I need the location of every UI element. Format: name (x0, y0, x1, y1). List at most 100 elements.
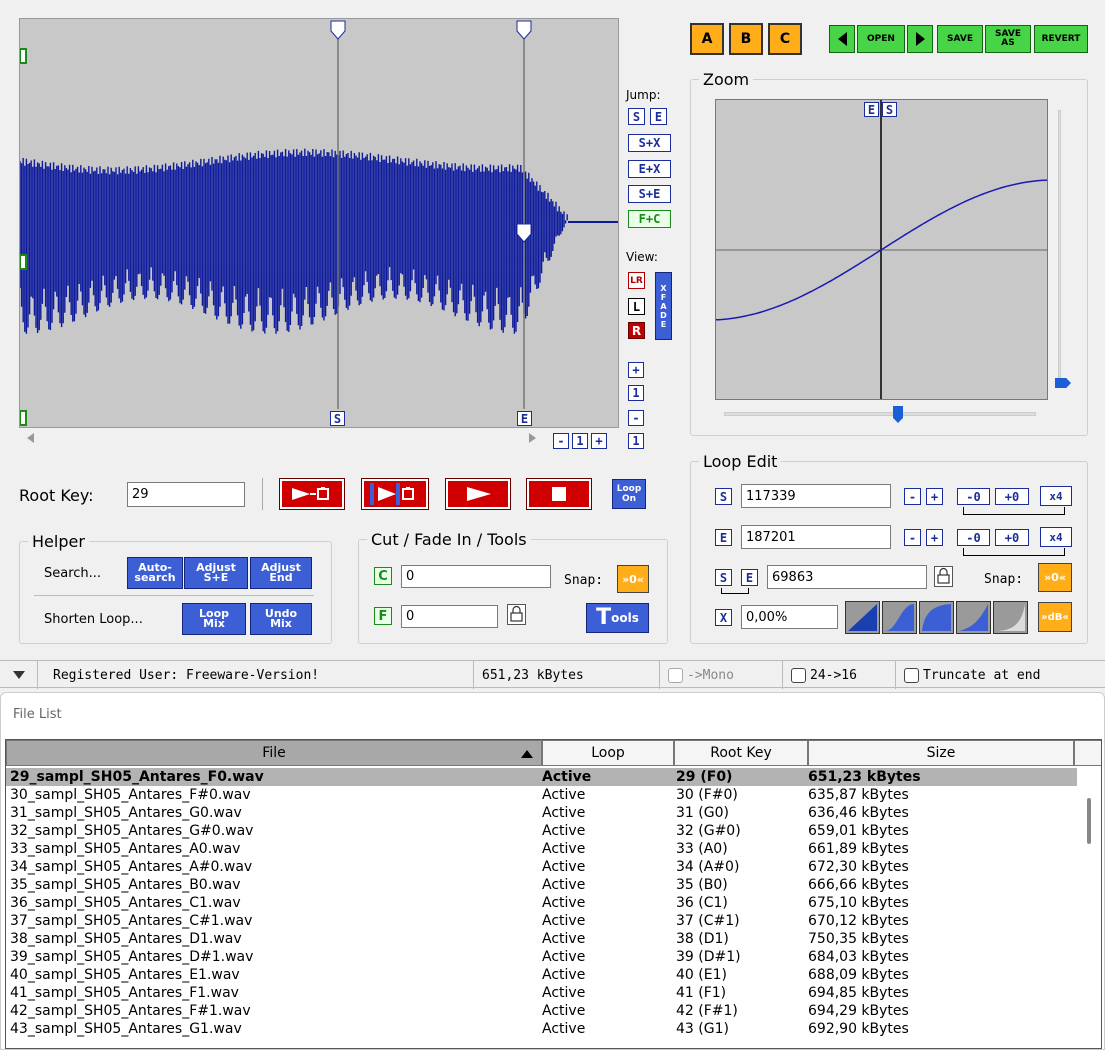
loop-start-plus0-button[interactable]: +0 (995, 488, 1029, 505)
table-row[interactable]: 33_sampl_SH05_Antares_A0.wav Active 33 (A0… (6, 840, 1078, 858)
jump-sx-button[interactable]: S+X (628, 134, 671, 152)
zoom-marker-s[interactable]: S (882, 102, 897, 117)
column-header-root-key[interactable]: Root Key (674, 740, 808, 766)
loop-start-line-handle[interactable] (330, 20, 346, 40)
loop-end-line-handle[interactable] (516, 20, 532, 40)
adjust-end-button[interactable]: Adjust End (250, 557, 312, 589)
zoom-marker-e[interactable]: E (864, 102, 879, 117)
tools-button[interactable]: Tools (586, 603, 649, 633)
truncate-option[interactable]: Truncate at end (896, 661, 1105, 689)
revert-button[interactable]: REVERT (1034, 25, 1088, 53)
crossfade-curve-scurve-button[interactable] (882, 601, 917, 634)
table-row[interactable]: 35_sampl_SH05_Antares_B0.wav Active 35 (B0… (6, 876, 1078, 894)
crossfade-curve-log-button[interactable] (993, 601, 1028, 634)
vzoom-one-button[interactable]: 1 (628, 385, 644, 401)
table-row[interactable]: 36_sampl_SH05_Antares_C1.wav Active 36 (C1… (6, 894, 1078, 912)
table-row[interactable]: 41_sampl_SH05_Antares_F1.wav Active 41 (F1… (6, 984, 1078, 1002)
loop-start-plus-button[interactable]: + (926, 488, 943, 505)
slot-a-button[interactable]: A (690, 23, 724, 55)
save-button[interactable]: SAVE (937, 25, 983, 53)
zoom-vertical-slider-track[interactable] (1058, 110, 1061, 380)
view-lr-button[interactable]: LR (628, 272, 645, 289)
loop-length-s-button[interactable]: S (715, 569, 732, 586)
loop-end-plus0-button[interactable]: +0 (995, 529, 1029, 546)
vzoom-out-button[interactable]: - (628, 410, 644, 426)
table-row[interactable]: 42_sampl_SH05_Antares_F#1.wav Active 42 (F… (6, 1002, 1078, 1020)
loop-end-plus-button[interactable]: + (926, 529, 943, 546)
crossfade-db-button[interactable]: »dB« (1038, 602, 1072, 632)
save-as-button[interactable]: SAVE AS (985, 25, 1031, 53)
waveform-view[interactable]: S E (19, 18, 619, 428)
loop-end-e-button[interactable]: E (715, 529, 732, 546)
status-toggle-cell[interactable] (0, 661, 38, 689)
fade-f-input[interactable] (401, 605, 498, 628)
fade-top-handle[interactable] (20, 48, 27, 64)
table-row[interactable]: 30_sampl_SH05_Antares_F#0.wav Active 30 (F… (6, 786, 1078, 804)
zoom-in-button[interactable]: + (591, 433, 607, 449)
vzoom-in-button[interactable]: + (628, 362, 644, 378)
view-r-button[interactable]: R (628, 322, 645, 339)
loop-start-minus-button[interactable]: - (904, 488, 921, 505)
cut-snap-button[interactable]: »0« (617, 565, 649, 593)
view-l-button[interactable]: L (628, 298, 645, 315)
column-header-loop[interactable]: Loop (542, 740, 674, 766)
column-header-size[interactable]: Size (808, 740, 1074, 766)
loop-mix-button[interactable]: Loop Mix (182, 603, 246, 635)
play-loop-button[interactable] (279, 478, 345, 510)
loop-length-lock-icon[interactable] (934, 566, 953, 587)
root-key-input[interactable] (127, 482, 245, 507)
file-list-scrollbar-thumb[interactable] (1087, 798, 1091, 844)
slot-c-button[interactable]: C (768, 23, 802, 55)
loop-length-input[interactable] (767, 565, 927, 589)
chevron-down-icon[interactable] (12, 671, 25, 679)
table-row[interactable]: 32_sampl_SH05_Antares_G#0.wav Active 32 (G… (6, 822, 1078, 840)
table-row[interactable]: 40_sampl_SH05_Antares_E1.wav Active 40 (E1… (6, 966, 1078, 984)
waveform-scroll-right-icon[interactable] (529, 433, 536, 443)
zoom-fit-button[interactable]: 1 (628, 433, 644, 449)
cut-c-input[interactable] (401, 565, 551, 588)
zoom-horizontal-slider-track[interactable] (724, 412, 1036, 416)
undo-mix-button[interactable]: Undo Mix (250, 603, 312, 635)
truncate-checkbox[interactable] (904, 667, 919, 683)
mono-checkbox[interactable] (668, 667, 683, 683)
xfade-view-button[interactable]: X F A D E (655, 272, 672, 340)
bits-option[interactable]: 24->16 (783, 661, 896, 689)
fade-lock-icon[interactable] (507, 604, 526, 625)
table-row[interactable]: 37_sampl_SH05_Antares_C#1.wav Active 37 (C… (6, 912, 1078, 930)
crossfade-curve-exp-button[interactable] (956, 601, 991, 634)
table-row[interactable]: 34_sampl_SH05_Antares_A#0.wav Active 34 (A… (6, 858, 1078, 876)
jump-ex-button[interactable]: E+X (628, 160, 671, 178)
play-button[interactable] (445, 478, 511, 510)
table-row[interactable]: 38_sampl_SH05_Antares_D1.wav Active 38 (D1… (6, 930, 1078, 948)
loop-snap-button[interactable]: »0« (1038, 563, 1072, 592)
previous-file-button[interactable] (829, 25, 855, 53)
fade-mid-handle[interactable] (20, 254, 27, 270)
loop-start-x4-button[interactable]: x4 (1040, 486, 1072, 506)
slot-b-button[interactable]: B (729, 23, 763, 55)
table-row[interactable]: 29_sampl_SH05_Antares_F0.wav Active 29 (F0… (6, 768, 1078, 786)
cut-c-button[interactable]: C (374, 567, 392, 585)
loop-length-e-button[interactable]: E (741, 569, 758, 586)
loop-on-toggle[interactable]: Loop On (612, 479, 646, 509)
zoom-one-button[interactable]: 1 (572, 433, 588, 449)
waveform-scroll-left-icon[interactable] (27, 433, 34, 443)
column-header-file[interactable]: File (6, 740, 542, 766)
waveform-marker-s[interactable]: S (330, 411, 345, 426)
table-row[interactable]: 39_sampl_SH05_Antares_D#1.wav Active 39 (D… (6, 948, 1078, 966)
waveform-marker-e[interactable]: E (517, 411, 532, 426)
jump-se-button[interactable]: S+E (628, 185, 671, 203)
table-row[interactable]: 31_sampl_SH05_Antares_G0.wav Active 31 (G0… (6, 804, 1078, 822)
crossfade-input[interactable] (741, 605, 838, 629)
stop-button[interactable] (526, 478, 592, 510)
mono-option[interactable]: ->Mono (660, 661, 783, 689)
adjust-se-button[interactable]: Adjust S+E (184, 557, 248, 589)
jump-e-button[interactable]: E (650, 108, 667, 125)
loop-start-minus0-button[interactable]: -0 (957, 488, 990, 505)
next-file-button[interactable] (907, 25, 933, 53)
play-loop-region-button[interactable] (361, 478, 429, 510)
table-row[interactable]: 43_sampl_SH05_Antares_G1.wav Active 43 (G1… (6, 1020, 1078, 1038)
file-list-scrollbar[interactable] (1077, 768, 1101, 1048)
zoom-view[interactable]: E S (715, 99, 1048, 400)
fade-bottom-handle[interactable] (20, 410, 27, 426)
open-button[interactable]: OPEN (857, 25, 905, 53)
